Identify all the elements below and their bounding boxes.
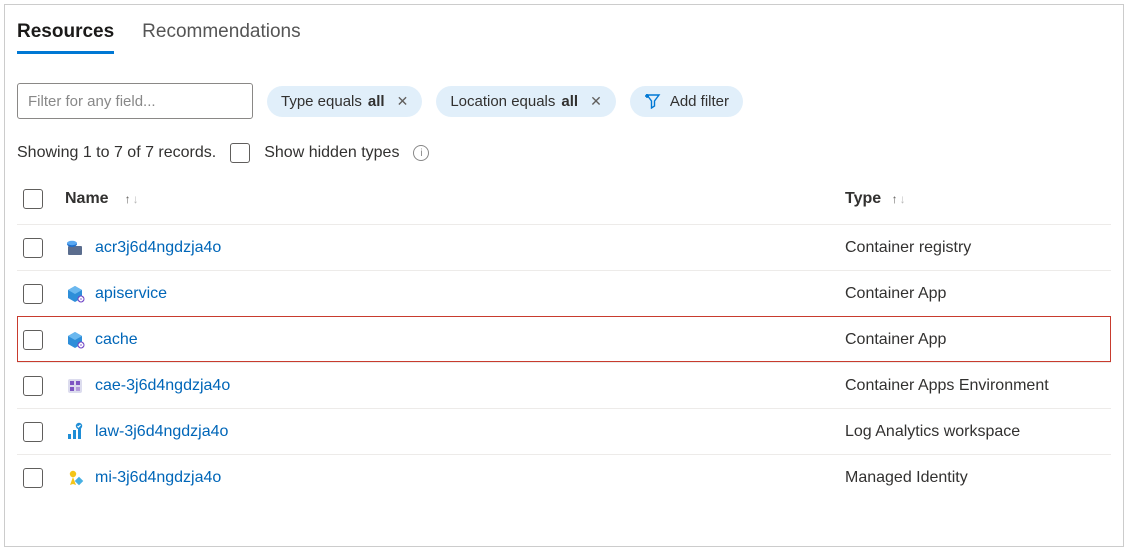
row-checkbox[interactable]	[23, 284, 43, 304]
resource-type-icon	[65, 284, 85, 304]
resource-link[interactable]: law-3j6d4ngdzja4o	[95, 423, 228, 441]
filter-pill-type[interactable]: Type equals all ✕	[267, 86, 422, 117]
resource-type-icon	[65, 330, 85, 350]
sort-icon: ↑↓	[892, 192, 906, 206]
tab-recommendations[interactable]: Recommendations	[142, 17, 300, 54]
filter-pill-type-prefix: Type equals	[281, 93, 362, 110]
filter-pill-location[interactable]: Location equals all ✕	[436, 86, 616, 117]
column-header-type[interactable]: Type ↑↓	[845, 190, 1105, 208]
status-row: Showing 1 to 7 of 7 records. Show hidden…	[17, 143, 1111, 163]
sort-icon: ↑↓	[125, 192, 139, 206]
resource-link[interactable]: acr3j6d4ngdzja4o	[95, 239, 221, 257]
tab-resources[interactable]: Resources	[17, 17, 114, 54]
table-row: mi-3j6d4ngdzja4o Managed Identity	[17, 454, 1111, 500]
close-icon[interactable]: ✕	[590, 93, 602, 110]
resource-type: Log Analytics workspace	[845, 423, 1105, 441]
resource-type-icon	[65, 238, 85, 258]
info-icon[interactable]: i	[413, 145, 429, 161]
close-icon[interactable]: ✕	[397, 93, 409, 110]
column-header-name[interactable]: Name ↑↓	[65, 190, 845, 208]
row-checkbox[interactable]	[23, 238, 43, 258]
tabs: Resources Recommendations	[17, 17, 1111, 55]
table-header: Name ↑↓ Type ↑↓	[17, 179, 1111, 224]
record-count: Showing 1 to 7 of 7 records.	[17, 144, 216, 162]
resources-panel: Resources Recommendations Type equals al…	[4, 4, 1124, 547]
resource-type: Container Apps Environment	[845, 377, 1105, 395]
filter-pill-location-prefix: Location equals	[450, 93, 555, 110]
resource-type: Managed Identity	[845, 469, 1105, 487]
resource-link[interactable]: mi-3j6d4ngdzja4o	[95, 469, 221, 487]
show-hidden-checkbox[interactable]	[230, 143, 250, 163]
add-filter-label: Add filter	[670, 93, 729, 110]
resource-link[interactable]: apiservice	[95, 285, 167, 303]
resource-link[interactable]: cae-3j6d4ngdzja4o	[95, 377, 230, 395]
table-row: cae-3j6d4ngdzja4o Container Apps Environm…	[17, 362, 1111, 408]
resource-link[interactable]: cache	[95, 331, 138, 349]
filter-pill-type-value: all	[368, 93, 385, 110]
add-filter-icon	[644, 93, 662, 109]
row-checkbox[interactable]	[23, 376, 43, 396]
row-checkbox[interactable]	[23, 422, 43, 442]
filter-bar: Type equals all ✕ Location equals all ✕ …	[17, 83, 1111, 119]
resource-type: Container App	[845, 331, 1105, 349]
show-hidden-label: Show hidden types	[264, 144, 399, 162]
column-header-type-label: Type	[845, 190, 881, 207]
resources-table: Name ↑↓ Type ↑↓ acr3j6d4ngdzja4o Containe…	[17, 179, 1111, 500]
table-row: law-3j6d4ngdzja4o Log Analytics workspace	[17, 408, 1111, 454]
column-header-name-label: Name	[65, 190, 109, 208]
row-checkbox[interactable]	[23, 468, 43, 488]
table-row: apiservice Container App	[17, 270, 1111, 316]
add-filter-button[interactable]: Add filter	[630, 86, 743, 117]
resource-type-icon	[65, 376, 85, 396]
resource-type: Container App	[845, 285, 1105, 303]
row-checkbox[interactable]	[23, 330, 43, 350]
filter-input[interactable]	[17, 83, 253, 119]
filter-pill-location-value: all	[561, 93, 578, 110]
resource-type-icon	[65, 468, 85, 488]
table-row: acr3j6d4ngdzja4o Container registry	[17, 224, 1111, 270]
table-row: cache Container App	[17, 316, 1111, 362]
resource-type: Container registry	[845, 239, 1105, 257]
resource-type-icon	[65, 422, 85, 442]
select-all-checkbox[interactable]	[23, 189, 43, 209]
